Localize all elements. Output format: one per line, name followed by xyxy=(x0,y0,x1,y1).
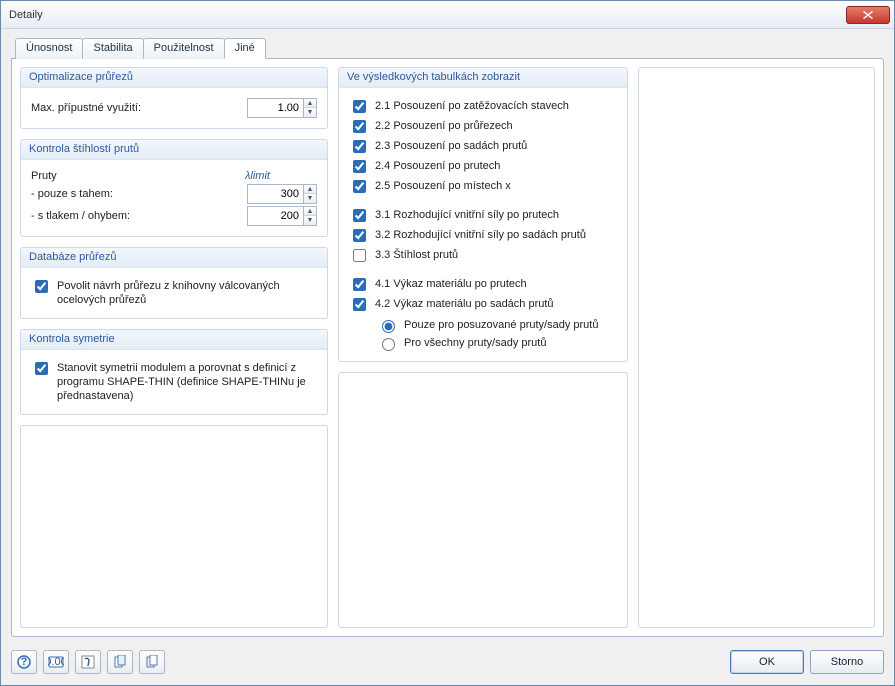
svg-text:0.00: 0.00 xyxy=(48,656,64,668)
compression-limit-input[interactable] xyxy=(247,206,303,226)
export-icon xyxy=(113,655,127,669)
group-slenderness: Kontrola štíhlostí prutů Pruty λlimit - … xyxy=(20,139,328,237)
tension-limit-input[interactable] xyxy=(247,184,303,204)
radio-only-designed[interactable]: Pouze pro posuzované pruty/sady prutů xyxy=(377,317,617,333)
close-icon xyxy=(863,11,873,19)
svg-text:?: ? xyxy=(21,656,28,668)
group-empty-right xyxy=(638,67,875,628)
radio-all-members[interactable]: Pro všechny pruty/sady prutů xyxy=(377,335,617,351)
import-icon xyxy=(145,655,159,669)
group-result-tables-title: Ve výsledkových tabulkách zobrazit xyxy=(339,68,627,88)
chk-2-3[interactable]: 2.3 Posouzení po sadách prutů xyxy=(349,139,617,156)
right-column xyxy=(638,67,875,628)
group-optimization: Optimalizace průřezů Max. přípustné využ… xyxy=(20,67,328,129)
compression-limit-spinner[interactable]: ▲ ▼ xyxy=(247,206,317,226)
tab-stabilita[interactable]: Stabilita xyxy=(82,38,143,59)
partial-factors-button[interactable] xyxy=(75,650,101,674)
tension-limit-spinner[interactable]: ▲ ▼ xyxy=(247,184,317,204)
chk-3-2[interactable]: 3.2 Rozhodující vnitřní síly po sadách p… xyxy=(349,228,617,245)
spinner-down-icon[interactable]: ▼ xyxy=(304,216,316,225)
export-button[interactable] xyxy=(107,650,133,674)
chk-4-2[interactable]: 4.2 Výkaz materiálu po sadách prutů xyxy=(349,297,617,314)
group-slenderness-title: Kontrola štíhlostí prutů xyxy=(21,140,327,160)
group-optimization-title: Optimalizace průřezů xyxy=(21,68,327,88)
symmetry-label: Stanovit symetrii modulem a porovnat s d… xyxy=(57,361,317,403)
units-button[interactable]: 0.00 xyxy=(43,650,69,674)
close-button[interactable] xyxy=(846,6,890,24)
spinner-up-icon[interactable]: ▲ xyxy=(304,99,316,108)
allow-rolled-check[interactable]: Povolit návrh průřezu z knihovny válcova… xyxy=(31,279,317,307)
tab-jine[interactable]: Jiné xyxy=(224,38,266,59)
spinner-down-icon[interactable]: ▼ xyxy=(304,194,316,203)
spinner-up-icon[interactable]: ▲ xyxy=(304,185,316,194)
group-result-tables: Ve výsledkových tabulkách zobrazit 2.1 P… xyxy=(338,67,628,362)
chk-2-5[interactable]: 2.5 Posouzení po místech x xyxy=(349,179,617,196)
symmetry-check[interactable]: Stanovit symetrii modulem a porovnat s d… xyxy=(31,361,317,403)
symmetry-checkbox[interactable] xyxy=(35,362,48,375)
col-header-lambda: λlimit xyxy=(245,170,317,182)
group-symmetry-title: Kontrola symetrie xyxy=(21,330,327,350)
allow-rolled-label: Povolit návrh průřezu z knihovny válcova… xyxy=(57,279,317,307)
chk-2-4[interactable]: 2.4 Posouzení po prutech xyxy=(349,159,617,176)
tab-unosnost[interactable]: Únosnost xyxy=(15,38,83,59)
client-area: Únosnost Stabilita Použitelnost Jiné Opt… xyxy=(1,29,894,643)
units-icon: 0.00 xyxy=(48,656,64,668)
tension-only-label: - pouze s tahem: xyxy=(31,188,247,200)
gamma-icon xyxy=(81,655,95,669)
spinner-down-icon[interactable]: ▼ xyxy=(304,108,316,117)
chk-2-2[interactable]: 2.2 Posouzení po průřezech xyxy=(349,119,617,136)
chk-3-1[interactable]: 3.1 Rozhodující vnitřní síly po prutech xyxy=(349,208,617,225)
tabstrip: Únosnost Stabilita Použitelnost Jiné xyxy=(11,37,884,58)
max-utilization-input[interactable] xyxy=(247,98,303,118)
help-button[interactable]: ? xyxy=(11,650,37,674)
tab-page-jine: Optimalizace průřezů Max. přípustné využ… xyxy=(11,58,884,637)
chk-3-3[interactable]: 3.3 Štíhlost prutů xyxy=(349,248,617,265)
group-empty-left xyxy=(20,425,328,628)
tab-pouzitelnost[interactable]: Použitelnost xyxy=(143,38,225,59)
ok-button[interactable]: OK xyxy=(730,650,804,674)
group-cs-database: Databáze průřezů Povolit návrh průřezu z… xyxy=(20,247,328,319)
window-title: Detaily xyxy=(9,9,846,21)
footer: ? 0.00 OK Storno xyxy=(1,643,894,685)
group-symmetry: Kontrola symetrie Stanovit symetrii modu… xyxy=(20,329,328,415)
import-button[interactable] xyxy=(139,650,165,674)
middle-column: Ve výsledkových tabulkách zobrazit 2.1 P… xyxy=(338,67,628,628)
chk-2-1[interactable]: 2.1 Posouzení po zatěžovacích stavech xyxy=(349,99,617,116)
compression-bending-label: - s tlakem / ohybem: xyxy=(31,210,247,222)
col-header-members: Pruty xyxy=(31,170,245,182)
group-empty-middle xyxy=(338,372,628,628)
allow-rolled-checkbox[interactable] xyxy=(35,280,48,293)
dialog-window: Detaily Únosnost Stabilita Použitelnost … xyxy=(0,0,895,686)
max-utilization-spinner[interactable]: ▲ ▼ xyxy=(247,98,317,118)
max-utilization-label: Max. přípustné využití: xyxy=(31,102,247,114)
spinner-up-icon[interactable]: ▲ xyxy=(304,207,316,216)
help-icon: ? xyxy=(17,655,31,669)
group-cs-database-title: Databáze průřezů xyxy=(21,248,327,268)
cancel-button[interactable]: Storno xyxy=(810,650,884,674)
chk-4-1[interactable]: 4.1 Výkaz materiálu po prutech xyxy=(349,277,617,294)
left-column: Optimalizace průřezů Max. přípustné využ… xyxy=(20,67,328,628)
titlebar: Detaily xyxy=(1,1,894,29)
